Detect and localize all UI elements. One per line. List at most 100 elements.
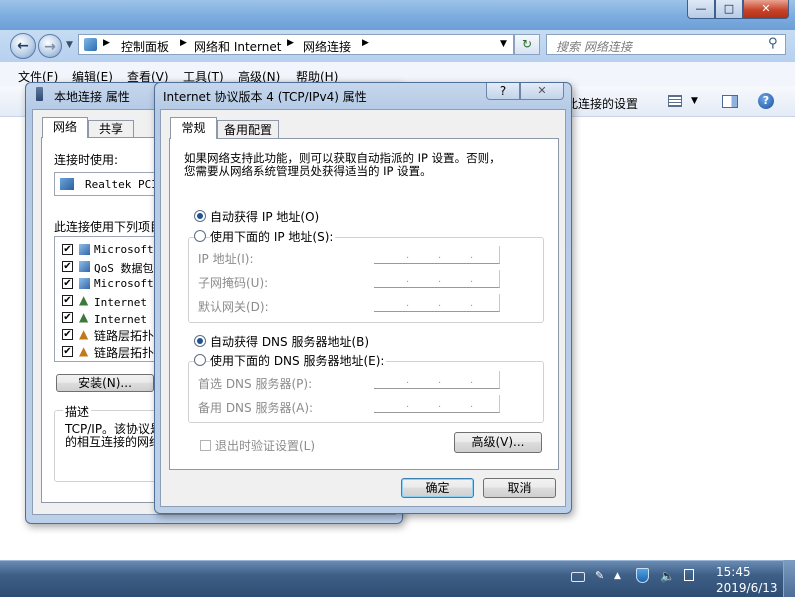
preferred-dns-label: 首选 DNS 服务器(P):: [198, 377, 313, 391]
manual-ip-radio[interactable]: [194, 230, 206, 242]
command-connection-settings[interactable]: 此连接的设置: [566, 95, 638, 112]
manual-ip-label[interactable]: 使用下面的 IP 地址(S):: [210, 228, 336, 245]
validate-on-exit-checkbox[interactable]: [200, 440, 211, 451]
network-tray-icon[interactable]: [684, 569, 694, 581]
default-gateway-field[interactable]: ...: [374, 294, 500, 312]
auto-ip-radio[interactable]: [194, 210, 206, 222]
breadcrumb-separator-icon: ▶: [287, 38, 294, 48]
item-label: Microsoft: [94, 277, 154, 290]
client-icon: [79, 244, 90, 255]
volume-icon[interactable]: 🔈: [660, 569, 675, 583]
taskbar: ✎ ▲ 🔈 15:45 2019/6/13: [0, 560, 795, 597]
dialog-body: 常规 备用配置 如果网络支持此功能，则可以获取自动指派的 IP 设置。否则， 您…: [160, 109, 566, 507]
breadcrumb-separator-icon: ▶: [362, 38, 369, 48]
search-box[interactable]: 搜索 网络连接 ⚲: [546, 34, 786, 55]
tab-network[interactable]: 网络: [42, 117, 88, 138]
maximize-button[interactable]: □: [715, 0, 743, 19]
item-checkbox[interactable]: ✔: [62, 329, 73, 340]
manual-dns-label[interactable]: 使用下面的 DNS 服务器地址(E):: [210, 352, 387, 369]
item-label: 链路层拓扑: [94, 346, 155, 360]
breadcrumb-control-panel[interactable]: 控制面板: [121, 38, 169, 55]
subnet-mask-label: 子网掩码(U):: [198, 276, 269, 290]
item-checkbox[interactable]: ✔: [62, 312, 73, 323]
connect-using-label: 连接时使用:: [54, 153, 119, 167]
search-placeholder: 搜索 网络连接: [556, 40, 632, 54]
input-method-icon[interactable]: ✎: [595, 569, 604, 582]
item-checkbox[interactable]: ✔: [62, 346, 73, 357]
manual-dns-radio[interactable]: [194, 354, 206, 366]
taskbar-border: [0, 560, 795, 561]
alternate-dns-field[interactable]: ...: [374, 395, 500, 413]
address-bar[interactable]: ▶ 控制面板 ▶ 网络和 Internet ▶ 网络连接 ▶ ▼: [78, 34, 514, 55]
view-options-icon[interactable]: [668, 95, 682, 107]
protocol-icon: ▲: [79, 293, 89, 307]
close-button[interactable]: ✕: [520, 83, 564, 100]
dialog-title: Internet 协议版本 4 (TCP/IPv4) 属性: [163, 90, 367, 104]
refresh-icon: ↻: [521, 37, 533, 51]
protocol-icon: ▲: [79, 344, 89, 358]
description-label: 描述: [63, 403, 92, 420]
refresh-button[interactable]: ↻: [514, 34, 540, 55]
show-desktop-button[interactable]: [783, 560, 795, 597]
subnet-mask-field[interactable]: ...: [374, 270, 500, 288]
service-icon: [79, 261, 90, 272]
help-button[interactable]: ?: [486, 83, 520, 100]
tab-panel: 如果网络支持此功能，则可以获取自动指派的 IP 设置。否则， 您需要从网络系统管…: [169, 138, 559, 470]
ip-address-field[interactable]: ...: [374, 246, 500, 264]
ip-address-label: IP 地址(I):: [198, 252, 254, 266]
breadcrumb-separator-icon: ▶: [180, 38, 187, 48]
service-icon: [79, 278, 90, 289]
alternate-dns-label: 备用 DNS 服务器(A):: [198, 401, 314, 415]
minimize-button[interactable]: —: [687, 0, 715, 19]
advanced-button[interactable]: 高级(V)...: [454, 432, 542, 453]
breadcrumb-network-connections[interactable]: 网络连接: [303, 38, 351, 55]
item-checkbox[interactable]: ✔: [62, 295, 73, 306]
protocol-icon: ▲: [79, 327, 89, 341]
item-checkbox[interactable]: ✔: [62, 244, 73, 255]
breadcrumb-separator-icon: ▶: [103, 38, 110, 48]
tab-alternate-config[interactable]: 备用配置: [217, 120, 279, 139]
network-card-icon: [60, 178, 74, 190]
install-button[interactable]: 安装(N)...: [56, 374, 154, 392]
clock-time[interactable]: 15:45: [716, 565, 751, 579]
ok-button[interactable]: 确定: [401, 478, 474, 498]
item-label: 链路层拓扑: [94, 329, 155, 343]
security-shield-icon[interactable]: [636, 568, 649, 583]
cancel-button[interactable]: 取消: [483, 478, 556, 498]
tab-general[interactable]: 常规: [170, 117, 217, 139]
search-icon[interactable]: ⚲: [768, 36, 778, 51]
auto-dns-label[interactable]: 自动获得 DNS 服务器地址(B): [210, 333, 369, 350]
network-adapter-icon: [36, 87, 43, 101]
breadcrumb-network-internet[interactable]: 网络和 Internet: [194, 38, 281, 55]
protocol-icon: ▲: [79, 310, 89, 324]
show-hidden-icons-icon[interactable]: ▲: [614, 571, 621, 581]
tab-sharing[interactable]: 共享: [88, 120, 134, 138]
back-button[interactable]: ←: [10, 33, 36, 59]
explorer-titlebar: [0, 0, 795, 30]
description-text-2: 的相互连接的网络: [65, 435, 162, 449]
keyboard-icon[interactable]: [571, 572, 585, 582]
close-button[interactable]: ✕: [743, 0, 789, 19]
arrow-right-icon: →: [44, 39, 56, 55]
default-gateway-label: 默认网关(D):: [198, 300, 269, 314]
adapter-name: Realtek PCIe: [85, 178, 165, 191]
auto-ip-label[interactable]: 自动获得 IP 地址(O): [210, 208, 319, 225]
item-checkbox[interactable]: ✔: [62, 261, 73, 272]
forward-button[interactable]: →: [38, 34, 62, 58]
clock-date[interactable]: 2019/6/13: [716, 581, 778, 595]
view-dropdown-icon[interactable]: ▼: [691, 96, 698, 106]
item-checkbox[interactable]: ✔: [62, 278, 73, 289]
help-icon[interactable]: ?: [758, 93, 774, 109]
item-label: Microsoft: [94, 243, 154, 256]
history-dropdown-icon[interactable]: ▼: [66, 40, 73, 50]
preferred-dns-field[interactable]: ...: [374, 371, 500, 389]
dialog-title: 本地连接 属性: [54, 90, 130, 104]
address-dropdown-icon[interactable]: ▼: [500, 39, 507, 49]
preview-pane-icon[interactable]: [722, 95, 738, 108]
items-label: 此连接使用下列项目: [54, 220, 163, 234]
network-folder-icon: [84, 38, 97, 51]
validate-on-exit-label[interactable]: 退出时验证设置(L): [215, 437, 315, 454]
intro-text-2: 您需要从网络系统管理员处获得适当的 IP 设置。: [184, 164, 432, 178]
auto-dns-radio[interactable]: [194, 335, 206, 347]
item-label: QoS 数据包: [94, 262, 154, 275]
